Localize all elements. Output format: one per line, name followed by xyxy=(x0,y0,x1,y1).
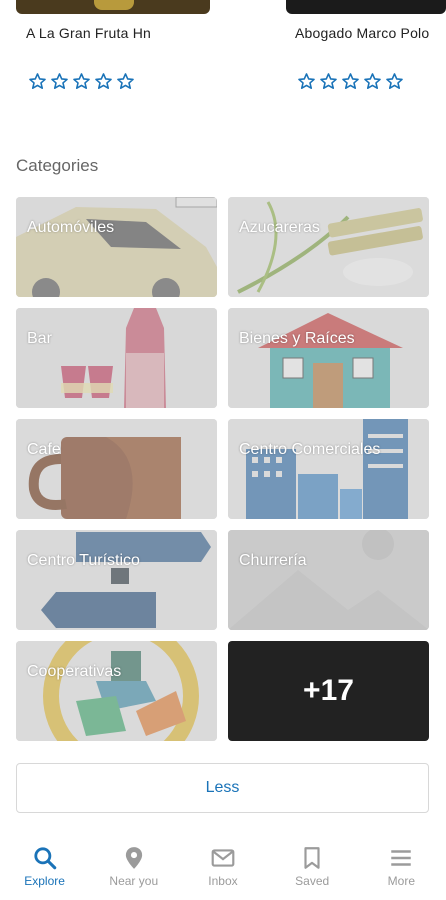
category-label: Churrería xyxy=(239,552,307,569)
category-tile-azucareras[interactable]: Azucareras xyxy=(228,197,429,297)
featured-card-title[interactable]: A La Gran Fruta Hn xyxy=(26,25,151,41)
star-icon xyxy=(73,73,90,90)
star-icon xyxy=(117,73,134,90)
nav-label: Near you xyxy=(109,874,159,888)
featured-cards: A La Gran Fruta Hn Abogado Marco Polo xyxy=(0,0,446,120)
more-count-label: +17 xyxy=(303,674,354,707)
category-label: Centro Comerciales xyxy=(239,441,381,458)
featured-card-title[interactable]: Abogado Marco Polo xyxy=(295,25,429,41)
nav-label: More xyxy=(387,874,416,888)
star-icon xyxy=(95,73,112,90)
bookmark-icon xyxy=(304,847,320,869)
star-icon xyxy=(364,73,381,90)
star-icon xyxy=(29,73,46,90)
category-label: Cooperativas xyxy=(27,663,122,680)
category-tile-automoviles[interactable]: Automóviles xyxy=(16,197,217,297)
nav-label: Saved xyxy=(295,874,330,888)
star-icon xyxy=(320,73,337,90)
location-pin-icon xyxy=(125,847,142,869)
category-tile-centro-comerciales[interactable]: Centro Comerciales xyxy=(228,419,429,519)
featured-card-image[interactable] xyxy=(286,0,446,14)
star-icon xyxy=(51,73,68,90)
bottom-nav: Explore Near you Inbox Saved More xyxy=(0,835,446,900)
nav-item-more[interactable]: More xyxy=(357,835,446,900)
rating-stars xyxy=(297,72,404,91)
menu-icon xyxy=(391,850,412,866)
nav-label: Inbox xyxy=(208,874,238,888)
featured-card-image[interactable] xyxy=(16,0,210,14)
category-label: Bienes y Raíces xyxy=(239,330,355,347)
category-label: Azucareras xyxy=(239,219,320,236)
nav-item-inbox[interactable]: Inbox xyxy=(178,835,267,900)
nav-item-saved[interactable]: Saved xyxy=(268,835,357,900)
search-icon xyxy=(33,847,56,870)
category-tile-cafe[interactable]: Cafe xyxy=(16,419,217,519)
category-label: Cafe xyxy=(27,441,61,458)
more-categories-button[interactable]: +17 xyxy=(228,641,429,741)
category-tile-churreria[interactable]: Churrería xyxy=(228,530,429,630)
category-tile-centro-turistico[interactable]: Centro Turístico xyxy=(16,530,217,630)
less-button[interactable]: Less xyxy=(16,763,429,813)
category-tile-bienes-y-raices[interactable]: Bienes y Raíces xyxy=(228,308,429,408)
category-tile-cooperativas[interactable]: Cooperativas xyxy=(16,641,217,741)
star-icon xyxy=(298,73,315,90)
star-icon xyxy=(386,73,403,90)
nav-item-near-you[interactable]: Near you xyxy=(89,835,178,900)
category-label: Bar xyxy=(27,330,52,347)
mail-icon xyxy=(211,849,235,867)
nav-item-explore[interactable]: Explore xyxy=(0,835,89,900)
categories-title: Categories xyxy=(16,156,99,175)
rating-stars xyxy=(28,72,135,91)
category-tile-bar[interactable]: Bar xyxy=(16,308,217,408)
category-label: Centro Turístico xyxy=(27,552,140,569)
category-label: Automóviles xyxy=(27,219,115,236)
nav-label: Explore xyxy=(24,874,65,888)
star-icon xyxy=(342,73,359,90)
